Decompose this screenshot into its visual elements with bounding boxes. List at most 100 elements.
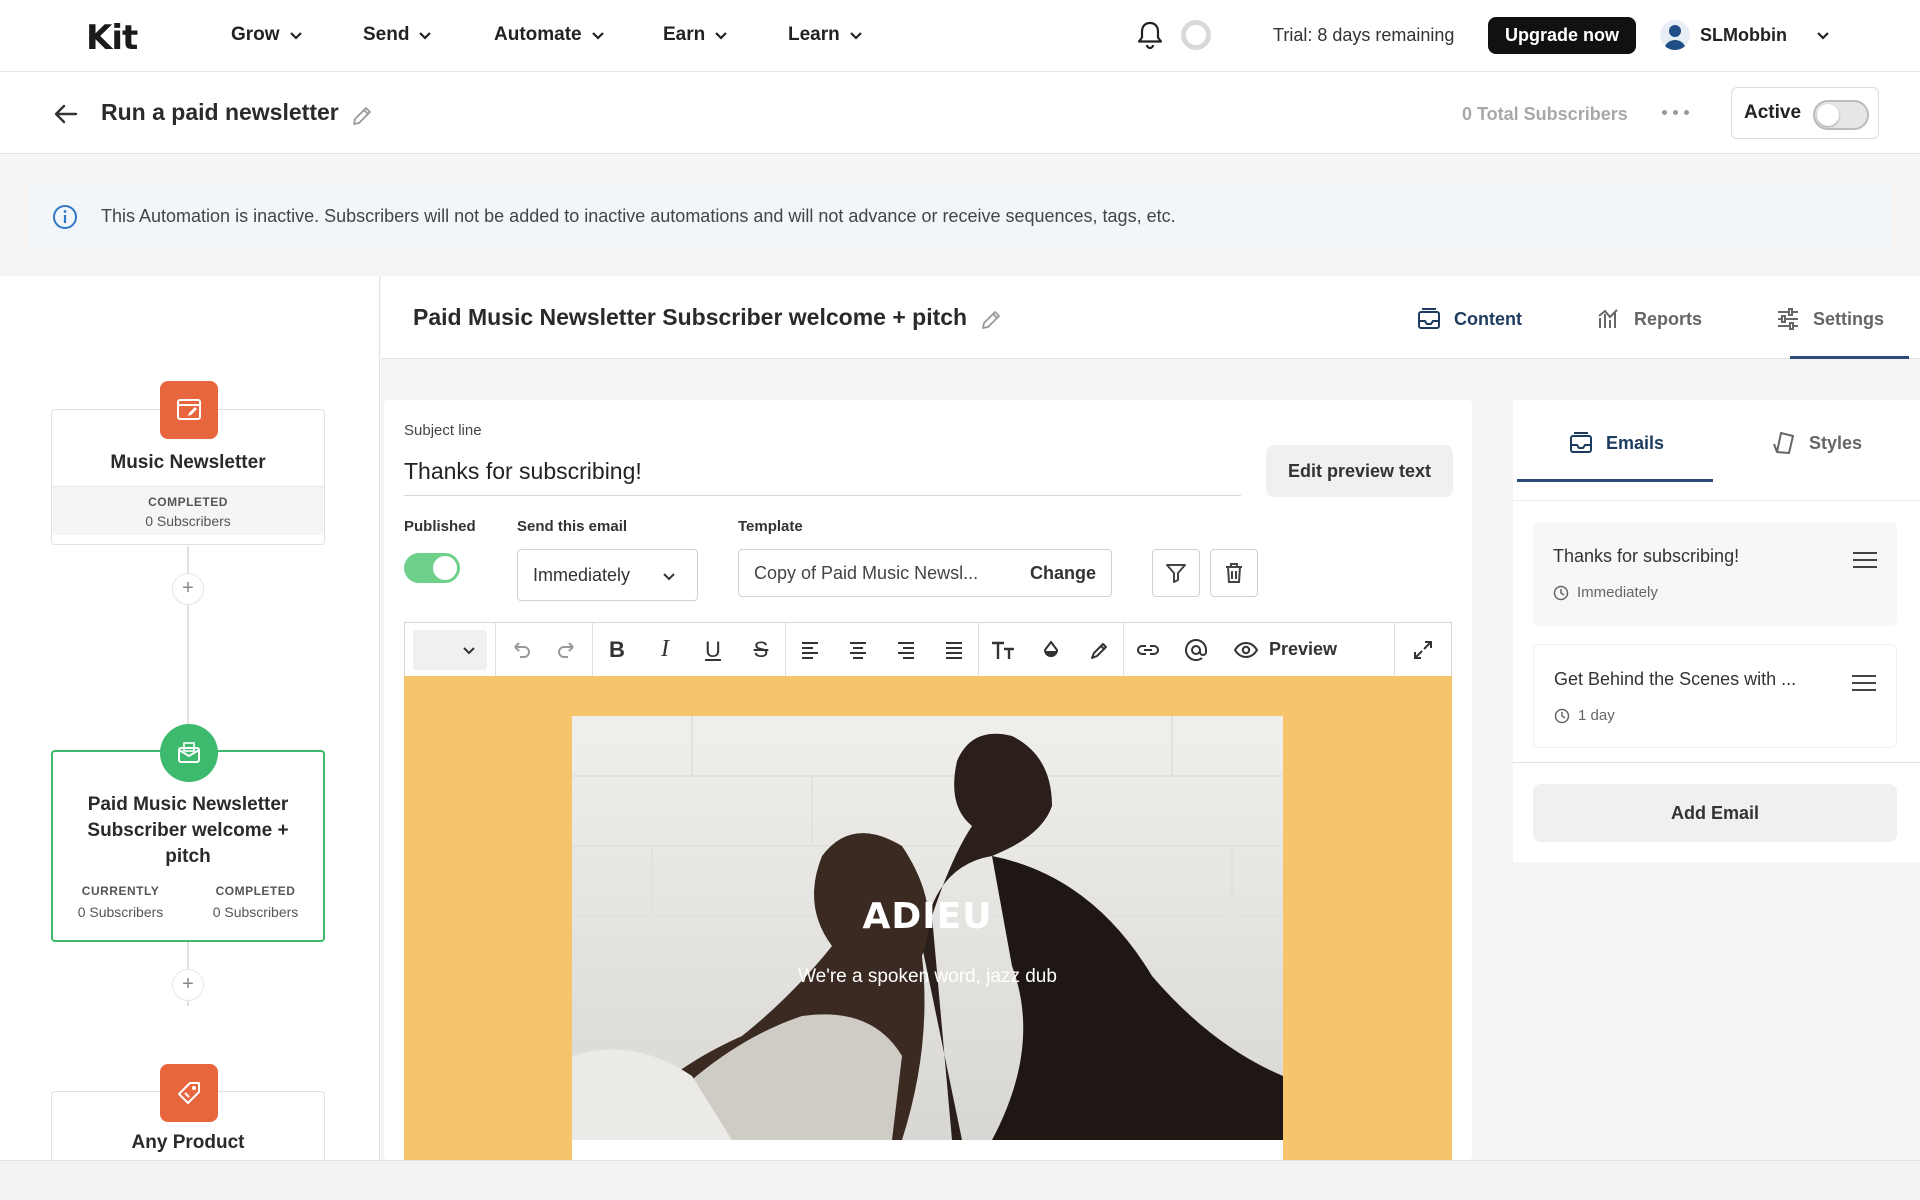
nav-grow[interactable]: Grow xyxy=(231,24,304,46)
change-template-button[interactable]: Change xyxy=(1030,563,1096,584)
edit-pencil-icon[interactable] xyxy=(350,104,374,128)
nav-automate-label: Automate xyxy=(494,24,582,45)
chevron-down-icon xyxy=(463,646,475,654)
bell-icon[interactable] xyxy=(1137,20,1163,50)
email-item-delay-text: Immediately xyxy=(1577,584,1658,601)
more-options-icon[interactable] xyxy=(1662,110,1689,115)
published-label: Published xyxy=(404,518,476,535)
eye-icon xyxy=(1233,641,1259,658)
tab-styles-label: Styles xyxy=(1809,432,1863,453)
send-timing-value: Immediately xyxy=(533,565,631,585)
automation-flow: Music Newsletter COMPLETED 0 Subscribers… xyxy=(0,276,380,1171)
nav-automate[interactable]: Automate xyxy=(494,24,606,46)
expand-icon[interactable] xyxy=(1395,623,1451,677)
tab-reports-label: Reports xyxy=(1634,308,1703,329)
add-step-button[interactable]: + xyxy=(172,969,204,1001)
active-toggle[interactable] xyxy=(1813,100,1869,130)
template-selector: Copy of Paid Music Newsl... Change xyxy=(738,549,1112,597)
link-icon[interactable] xyxy=(1124,623,1172,677)
kit-logo[interactable]: Kit xyxy=(86,18,138,58)
text-color-icon[interactable] xyxy=(1027,623,1075,677)
published-toggle[interactable] xyxy=(404,553,460,583)
email-editor: Subject line Edit preview text Published… xyxy=(384,400,1472,1160)
highlight-icon[interactable] xyxy=(1075,623,1123,677)
italic-button[interactable]: I xyxy=(641,623,689,677)
tab-settings-label: Settings xyxy=(1813,308,1885,329)
chevron-down-icon xyxy=(419,32,432,40)
email-canvas[interactable]: ADIEU We're a spoken word, jazz dub xyxy=(404,676,1452,1160)
add-step-button[interactable]: + xyxy=(172,573,204,605)
email-list-item[interactable]: Thanks for subscribing! Immediately xyxy=(1533,522,1897,626)
align-left-icon[interactable] xyxy=(786,623,834,677)
loading-indicator xyxy=(1181,20,1211,50)
mention-icon[interactable] xyxy=(1172,623,1220,677)
email-item-title: Thanks for subscribing! xyxy=(1553,546,1740,566)
node-name: Music Newsletter xyxy=(110,452,266,473)
tab-emails[interactable]: Emails xyxy=(1568,430,1664,456)
info-icon xyxy=(53,205,77,229)
tab-reports[interactable]: Reports xyxy=(1596,306,1702,332)
email-hero: ADIEU We're a spoken word, jazz dub xyxy=(572,716,1283,1160)
stat-label: CURRENTLY xyxy=(81,884,160,898)
chevron-down-icon xyxy=(289,32,302,40)
add-email-button[interactable]: Add Email xyxy=(1533,784,1897,842)
hero-subtitle: We're a spoken word, jazz dub xyxy=(798,966,1057,987)
align-right-icon[interactable] xyxy=(882,623,930,677)
active-label: Active xyxy=(1744,102,1802,123)
inactive-banner: This Automation is inactive. Subscribers… xyxy=(28,185,1892,247)
trash-icon xyxy=(1226,563,1242,583)
redo-icon[interactable] xyxy=(544,623,592,677)
tab-emails-label: Emails xyxy=(1606,432,1665,453)
form-icon xyxy=(160,381,218,439)
swatch-icon xyxy=(1773,432,1794,454)
page-title: Run a paid newsletter xyxy=(101,99,339,125)
subject-input[interactable] xyxy=(404,448,1241,496)
send-timing-select[interactable]: Immediately xyxy=(517,549,698,601)
text-format-dropdown[interactable] xyxy=(413,629,487,670)
inbox-icon xyxy=(1418,308,1440,329)
bold-button[interactable]: B xyxy=(593,623,641,677)
nav-send[interactable]: Send xyxy=(363,24,433,46)
chevron-down-icon xyxy=(1817,32,1829,40)
stat-value: 0 Subscribers xyxy=(77,904,164,920)
email-item-delay: Immediately xyxy=(1553,584,1658,601)
filter-button[interactable] xyxy=(1152,549,1200,597)
underline-button[interactable]: U xyxy=(689,623,737,677)
chevron-down-icon xyxy=(849,32,862,40)
template-label: Template xyxy=(738,518,803,535)
edit-preview-text-button[interactable]: Edit preview text xyxy=(1266,445,1453,497)
send-label: Send this email xyxy=(517,518,628,535)
email-list-item[interactable]: Get Behind the Scenes with ... 1 day xyxy=(1533,644,1897,748)
edit-pencil-icon[interactable] xyxy=(979,308,1003,332)
template-name: Copy of Paid Music Newsl... xyxy=(754,563,979,583)
hero-title: ADIEU xyxy=(862,896,993,937)
nav-learn[interactable]: Learn xyxy=(788,24,864,46)
preview-button[interactable]: Preview xyxy=(1220,623,1350,677)
tab-content[interactable]: Content xyxy=(1416,306,1522,332)
align-justify-icon[interactable] xyxy=(930,623,978,677)
align-center-icon[interactable] xyxy=(834,623,882,677)
inbox-icon xyxy=(1570,432,1592,453)
nav-earn[interactable]: Earn xyxy=(663,24,729,46)
drag-handle-icon[interactable] xyxy=(1852,675,1876,696)
delete-button[interactable] xyxy=(1210,549,1258,597)
subject-label: Subject line xyxy=(404,422,482,439)
banner-text: This Automation is inactive. Subscribers… xyxy=(101,206,1176,226)
tab-settings[interactable]: Settings xyxy=(1775,306,1884,332)
stat-label: COMPLETED xyxy=(215,884,296,898)
nav-earn-label: Earn xyxy=(663,24,706,45)
email-title: Paid Music Newsletter Subscriber welcome… xyxy=(413,304,968,330)
stat-value: 0 Subscribers xyxy=(212,904,299,920)
active-toggle-box: Active xyxy=(1731,87,1879,139)
formatting-toolbar: B I U S Preview xyxy=(404,622,1452,677)
upgrade-button[interactable]: Upgrade now xyxy=(1488,17,1636,54)
undo-icon[interactable] xyxy=(496,623,544,677)
node-name: Any Product xyxy=(131,1132,245,1153)
tab-styles[interactable]: Styles xyxy=(1771,430,1862,456)
strikethrough-button[interactable]: S xyxy=(737,623,785,677)
nav-grow-label: Grow xyxy=(231,24,280,45)
back-arrow-icon[interactable] xyxy=(52,100,80,128)
text-size-icon[interactable] xyxy=(979,623,1027,677)
user-menu[interactable]: SLMobbin xyxy=(1660,20,1831,50)
drag-handle-icon[interactable] xyxy=(1853,552,1877,573)
